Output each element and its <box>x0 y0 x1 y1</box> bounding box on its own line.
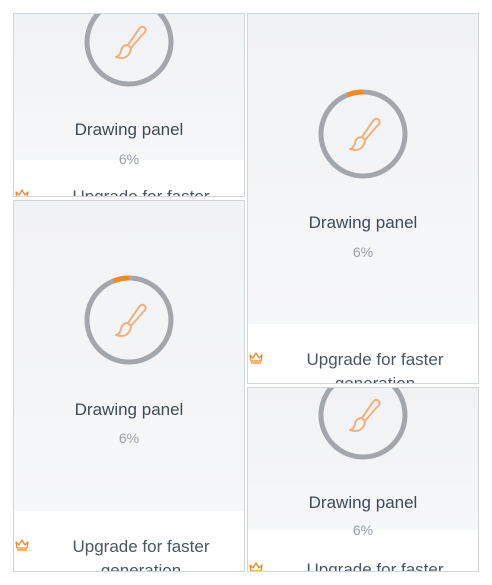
progress-percent: 6% <box>352 244 374 260</box>
upgrade-label: Upgrade for faster generation <box>306 350 444 384</box>
generation-card: Drawing panel 6% Upgrade for faster gene… <box>247 13 479 384</box>
panel-title: Drawing panel <box>74 120 184 139</box>
progress-percent: 6% <box>118 430 140 446</box>
upgrade-label: Upgrade for faster generation <box>72 537 210 572</box>
crown-icon <box>249 562 263 571</box>
progress-percent: 6% <box>118 151 140 167</box>
panel-title: Drawing panel <box>308 493 418 512</box>
crown-icon <box>15 539 29 551</box>
panel-title: Drawing panel <box>74 400 184 419</box>
upgrade-link[interactable]: Upgrade for faster generation <box>14 535 244 572</box>
progress-percent: 6% <box>352 522 374 538</box>
paintbrush-icon <box>84 275 174 365</box>
upgrade-label: Upgrade for faster generation <box>306 560 444 572</box>
upgrade-link[interactable]: Upgrade for faster generation <box>14 185 244 197</box>
paintbrush-icon <box>318 89 408 179</box>
crown-icon <box>249 352 263 364</box>
generation-card: Drawing panel 6% Upgrade for faster gene… <box>13 13 245 197</box>
upgrade-link[interactable]: Upgrade for faster generation <box>248 558 478 572</box>
upgrade-label: Upgrade for faster generation <box>72 187 210 197</box>
paintbrush-icon <box>318 388 408 460</box>
paintbrush-icon <box>84 14 174 87</box>
crown-icon <box>15 189 29 196</box>
panel-title: Drawing panel <box>308 213 418 232</box>
upgrade-link[interactable]: Upgrade for faster generation <box>248 348 478 384</box>
generation-card: Drawing panel 6% Upgrade for faster gene… <box>247 387 479 572</box>
generation-card: Drawing panel 6% Upgrade for faster gene… <box>13 200 245 572</box>
